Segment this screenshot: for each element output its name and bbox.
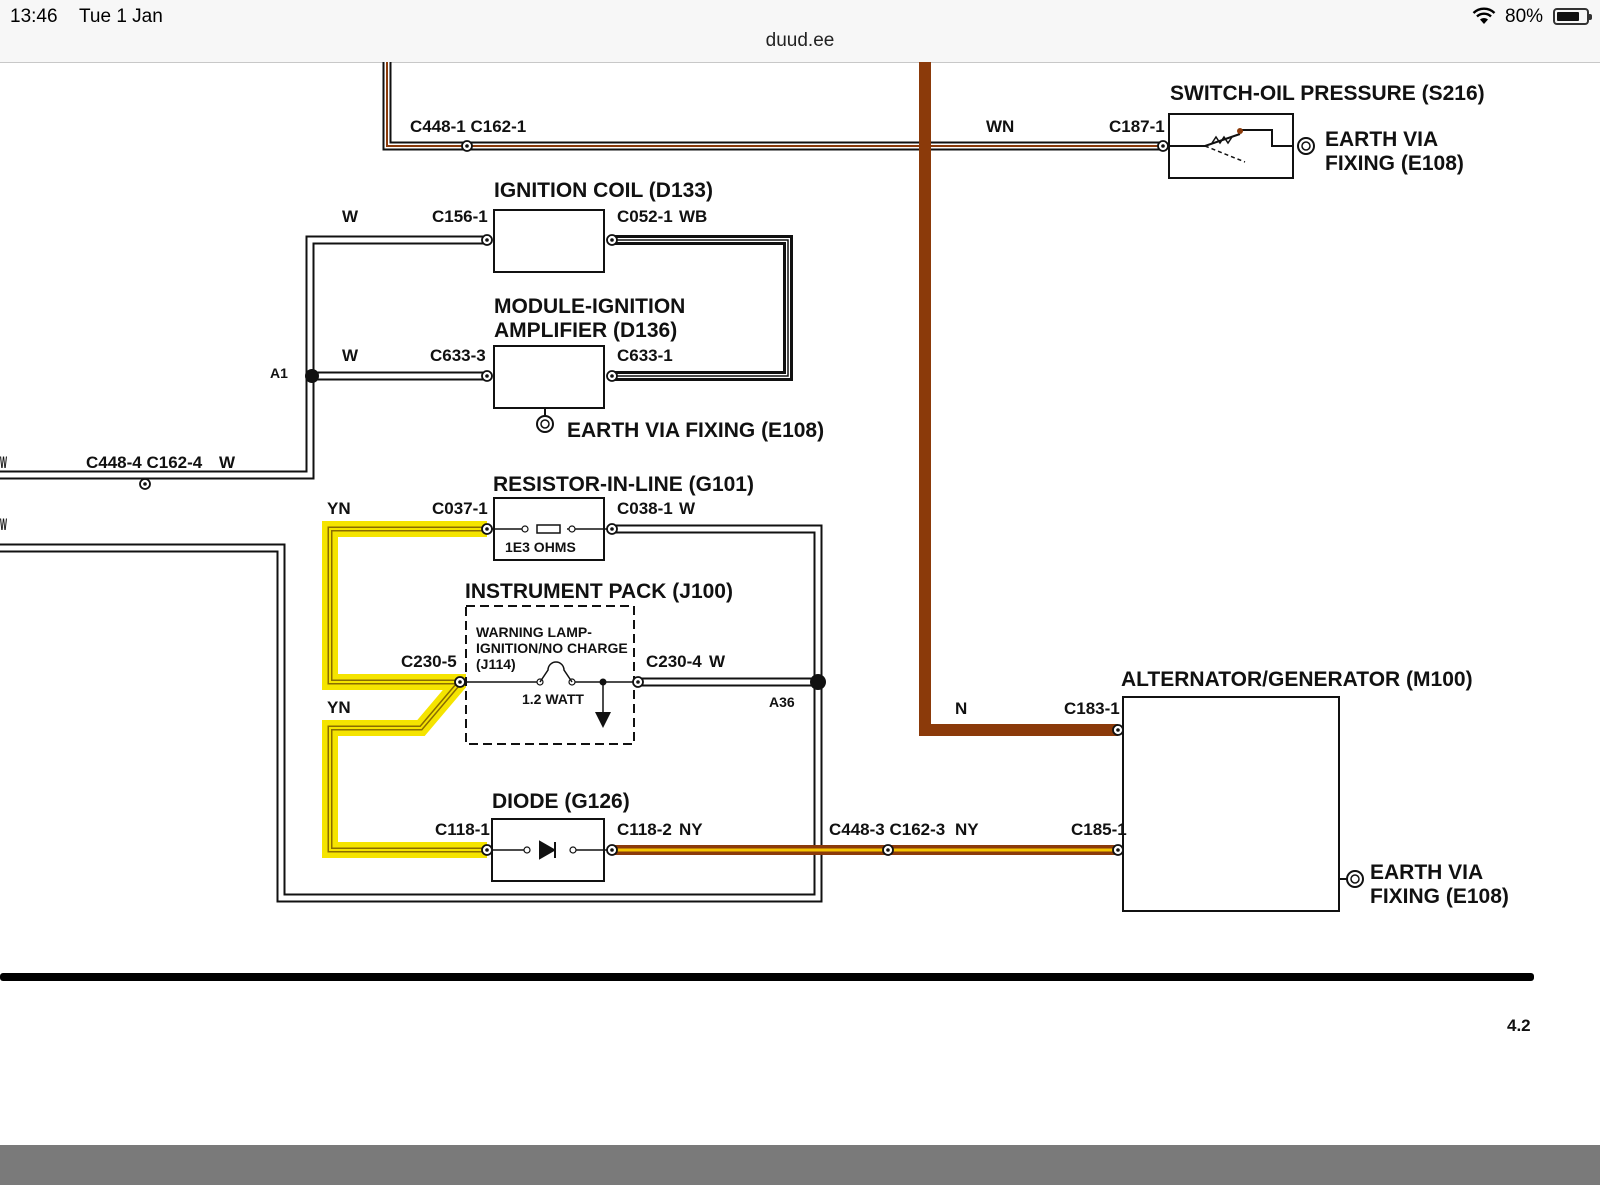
connector-c183-1: C183-1 <box>1064 699 1120 718</box>
oil-pressure-switch <box>1163 113 1294 179</box>
oil-switch-label: SWITCH-OIL PRESSURE (S216) <box>1170 82 1485 105</box>
wire-color-ny-harness: NY <box>955 820 979 839</box>
connector-c448-3: C448-3 C162-3 <box>829 820 945 839</box>
bottom-toolbar <box>0 1145 1600 1185</box>
page-rule <box>0 973 1534 981</box>
wire-color-w-pack: W <box>709 652 726 671</box>
status-bar: 13:46 Tue 1 Jan duud.ee 80% <box>0 0 1600 63</box>
alternator <box>1122 696 1364 912</box>
ignition-coil-label: IGNITION COIL (D133) <box>494 179 713 202</box>
splice-a1 <box>305 369 319 383</box>
wire-w-coil <box>0 235 487 480</box>
resistor-value: 1E3 OHMS <box>505 539 576 555</box>
module-earth-label: EARTH VIA FIXING (E108) <box>567 419 824 442</box>
wire-color-w-c448-4: W <box>219 453 236 472</box>
wire-color-yn-top: YN <box>327 499 351 518</box>
connector-c038-1: C038-1 <box>617 499 673 518</box>
connector-c633-1: C633-1 <box>617 346 673 365</box>
wire-color-w-left-bottom: W <box>0 515 7 534</box>
connector-c037-1: C037-1 <box>432 499 488 518</box>
wire-n-brown <box>919 62 1118 736</box>
module-label-line1: MODULE-IGNITION <box>494 295 685 318</box>
wifi-icon <box>1472 7 1496 24</box>
connector-c448-1: C448-1 C162-1 <box>410 117 526 136</box>
connector-c230-5: C230-5 <box>401 652 457 671</box>
battery-level-fill <box>1557 12 1579 21</box>
battery-percent: 80% <box>1505 6 1544 27</box>
instrument-pack-label: INSTRUMENT PACK (J100) <box>465 580 733 603</box>
connector-c156-1: C156-1 <box>432 207 488 226</box>
oil-earth-line1: EARTH VIA <box>1325 128 1438 151</box>
splice-a1-label: A1 <box>270 365 288 381</box>
wire-color-wb: WB <box>679 207 707 226</box>
connector-c118-2: C118-2 <box>617 820 672 839</box>
diode <box>487 818 612 882</box>
wire-color-wn: WN <box>986 117 1014 136</box>
ignition-coil <box>493 209 605 273</box>
connector-c052-1: C052-1 <box>617 207 673 226</box>
alternator-label: ALTERNATOR/GENERATOR (M100) <box>1121 668 1473 691</box>
alt-earth-line1: EARTH VIA <box>1370 861 1483 884</box>
wire-color-w-left-top: W <box>0 453 7 472</box>
oil-earth-line2: FIXING (E108) <box>1325 152 1464 175</box>
lamp-label-line1: WARNING LAMP- <box>476 624 592 640</box>
wire-color-w-resistor: W <box>679 499 696 518</box>
lamp-label-line3: (J114) <box>476 656 516 672</box>
connector-rings <box>139 140 1169 856</box>
status-time: 13:46 <box>10 6 58 27</box>
module-label-line2: AMPLIFIER (D136) <box>494 319 677 342</box>
connector-c187-1: C187-1 <box>1109 117 1165 136</box>
splice-a36 <box>810 674 826 690</box>
address-bar-url[interactable]: duud.ee <box>0 30 1600 52</box>
wire-color-w-module: W <box>342 346 359 365</box>
connector-c633-3: C633-3 <box>430 346 486 365</box>
connector-c448-4: C448-4 C162-4 <box>86 453 203 472</box>
lamp-watt: 1.2 WATT <box>522 691 584 707</box>
page-number: 4.2 <box>1507 1016 1531 1035</box>
battery-icon <box>1553 8 1592 25</box>
wire-color-yn-bottom: YN <box>327 698 351 717</box>
connector-c230-4: C230-4 <box>646 652 702 671</box>
splice-a36-label: A36 <box>769 694 795 710</box>
wire-color-ny-diode: NY <box>679 820 703 839</box>
wire-color-w-coil: W <box>342 207 359 226</box>
oil-switch-earth-icon <box>1297 137 1315 155</box>
status-date: Tue 1 Jan <box>79 6 163 27</box>
wire-color-n: N <box>955 699 967 718</box>
alt-earth-line2: FIXING (E108) <box>1370 885 1509 908</box>
wiring-diagram: SWITCH-OIL PRESSURE (S216) EARTH VIA FIX… <box>0 62 1534 1035</box>
connector-c118-1: C118-1 <box>435 820 490 839</box>
connector-c185-1: C185-1 <box>1071 820 1127 839</box>
diode-label: DIODE (G126) <box>492 790 630 813</box>
lamp-label-line2: IGNITION/NO CHARGE <box>476 640 628 656</box>
wire-yn-highlight <box>322 521 487 858</box>
resistor-label: RESISTOR-IN-LINE (G101) <box>493 473 754 496</box>
